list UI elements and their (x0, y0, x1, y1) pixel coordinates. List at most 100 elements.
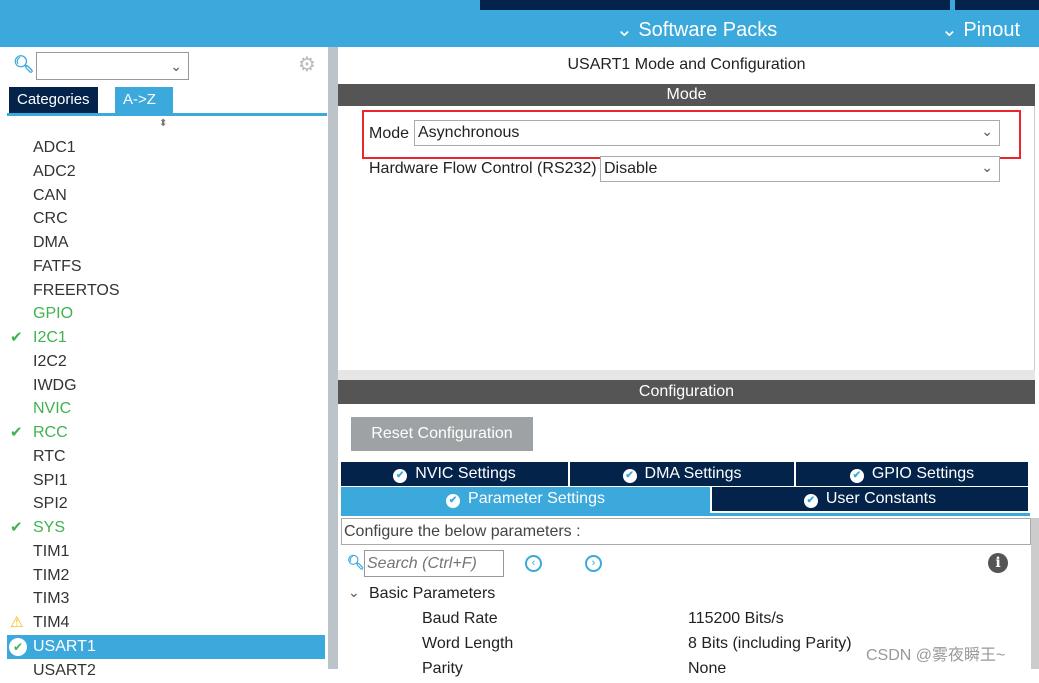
tab-parameter-settings[interactable]: ✔ Parameter Settings (341, 487, 710, 513)
tab-underline (7, 113, 327, 116)
list-item[interactable]: ✔ I2C1 (7, 326, 325, 350)
check-icon: ✔ (10, 424, 23, 441)
list-item[interactable]: ✔ SYS (7, 516, 325, 540)
list-item-label: I2C2 (33, 352, 67, 370)
list-item-label: RCC (33, 424, 68, 441)
top-bar: ⌄ Software Packs ⌄ Pinout (0, 0, 1039, 47)
list-item-label: NVIC (33, 400, 72, 418)
list-item[interactable]: ⚠ TIM4 (7, 611, 325, 635)
check-circle-icon: ✔ (393, 469, 408, 483)
list-item-label: RTC (33, 447, 66, 465)
mode-select[interactable]: Asynchronous ⌄ (414, 120, 1000, 146)
tab-project-manager[interactable] (955, 0, 1039, 10)
left-scrollbar[interactable] (328, 47, 338, 669)
left-panel: 🔍︎ ⌄ ⚙ Categories A->Z ⬍ ADC1 ADC2 CAN CRC D… (7, 47, 328, 679)
hfc-value: Disable (604, 160, 658, 177)
list-item[interactable]: I2C2 (7, 350, 325, 374)
list-item[interactable]: FATFS (7, 255, 325, 279)
list-item-label: CRC (33, 210, 68, 228)
list-item-label: DMA (33, 234, 69, 251)
chevron-down-icon: ⌄ (981, 159, 993, 175)
list-item[interactable]: TIM3 (7, 587, 325, 611)
list-item[interactable]: ADC1 (7, 136, 325, 160)
chevron-down-icon: ⌄ (170, 58, 182, 74)
mode-header: Mode (338, 84, 1035, 106)
list-item-label: SYS (33, 519, 66, 536)
check-circle-icon: ✔ (803, 494, 818, 508)
list-item[interactable]: NVIC (7, 397, 325, 421)
list-item-label: FATFS (33, 257, 82, 275)
parameter-search-input[interactable] (364, 550, 504, 577)
tab-underline (341, 513, 1030, 516)
list-item[interactable]: ADC2 (7, 160, 325, 184)
check-circle-icon: ✔ (446, 494, 461, 508)
previous-icon[interactable]: ‹ (525, 555, 542, 572)
list-item-label: USART1 (33, 637, 96, 655)
param-name: Word Length (422, 635, 514, 652)
list-item[interactable]: GPIO (7, 302, 325, 326)
watermark: CSDN @雾夜瞬王~ (866, 647, 1006, 664)
list-item-label: TIM3 (33, 590, 70, 608)
list-item[interactable]: RTC (7, 445, 325, 469)
list-item[interactable]: FREERTOS (7, 279, 325, 303)
list-item-label: SPI1 (33, 471, 68, 489)
pinout-menu[interactable]: ⌄ Pinout (941, 17, 1020, 42)
list-item[interactable]: ✔ USART1 (7, 634, 325, 659)
tab-label: GPIO Settings (871, 465, 975, 482)
gear-icon[interactable]: ⚙ (298, 52, 316, 77)
list-item[interactable]: IWDG (7, 374, 325, 398)
sort-icon[interactable]: ⬍ (159, 118, 167, 129)
warning-icon: ⚠ (10, 614, 24, 631)
list-item-label: USART2 (33, 661, 96, 679)
list-item[interactable]: TIM2 (7, 564, 325, 588)
param-value[interactable]: 8 Bits (including Parity) (688, 635, 852, 653)
param-value[interactable]: None (688, 660, 726, 678)
list-item-label: ADC1 (33, 139, 76, 156)
tab-clock-configuration[interactable] (480, 0, 950, 10)
page-title: USART1 Mode and Configuration (567, 56, 806, 73)
tab-gpio-settings[interactable]: ✔ GPIO Settings (796, 462, 1028, 486)
chevron-down-icon[interactable]: ⌄ (348, 584, 360, 601)
hfc-select[interactable]: Disable ⌄ (600, 156, 1000, 182)
check-circle-icon: ✔ (849, 469, 864, 483)
tab-label: User Constants (825, 490, 937, 507)
search-combo[interactable]: ⌄ (36, 52, 189, 80)
group-basic-parameters[interactable]: Basic Parameters (369, 585, 495, 603)
tab-nvic-settings[interactable]: ✔ NVIC Settings (341, 462, 568, 486)
software-packs-menu[interactable]: ⌄ Software Packs (616, 17, 777, 42)
list-item-label: TIM1 (33, 542, 70, 560)
list-item-label: CAN (33, 186, 67, 204)
next-icon[interactable]: › (585, 555, 602, 572)
reset-configuration-button[interactable]: Reset Configuration (351, 417, 533, 451)
configuration-header: Configuration (338, 380, 1035, 404)
tab-dma-settings[interactable]: ✔ DMA Settings (570, 462, 794, 486)
check-circle-icon: ✔ (622, 469, 637, 483)
check-icon: ✔ (10, 329, 23, 346)
check-icon: ✔ (10, 519, 23, 536)
list-item-label: SPI2 (33, 495, 68, 513)
list-item[interactable]: CRC (7, 207, 325, 231)
tab-categories[interactable]: Categories (9, 87, 98, 113)
tab-label: Parameter Settings (468, 490, 605, 507)
hfc-label: Hardware Flow Control (RS232) (369, 160, 597, 177)
list-item-label: I2C1 (33, 329, 67, 346)
list-item[interactable]: CAN (7, 184, 325, 208)
list-item-label: TIM2 (33, 566, 70, 584)
param-name: Parity (422, 660, 463, 677)
splitter[interactable] (338, 370, 1035, 380)
list-item[interactable]: SPI2 (7, 492, 325, 516)
tab-user-constants[interactable]: ✔ User Constants (712, 487, 1028, 511)
info-icon[interactable]: i (988, 553, 1008, 573)
param-value[interactable]: 115200 Bits/s (688, 610, 784, 628)
list-item-label: ADC2 (33, 162, 76, 180)
software-packs-label: Software Packs (638, 19, 778, 41)
list-item[interactable]: USART2 (7, 659, 325, 683)
mode-label: Mode (369, 125, 410, 142)
list-item[interactable]: TIM1 (7, 540, 325, 564)
list-item[interactable]: ✔ RCC (7, 421, 325, 445)
config-scrollbar[interactable] (1031, 518, 1039, 669)
list-item[interactable]: SPI1 (7, 469, 325, 493)
param-name: Baud Rate (422, 610, 498, 627)
tab-a-z[interactable]: A->Z (115, 87, 173, 115)
list-item[interactable]: DMA (7, 231, 325, 255)
